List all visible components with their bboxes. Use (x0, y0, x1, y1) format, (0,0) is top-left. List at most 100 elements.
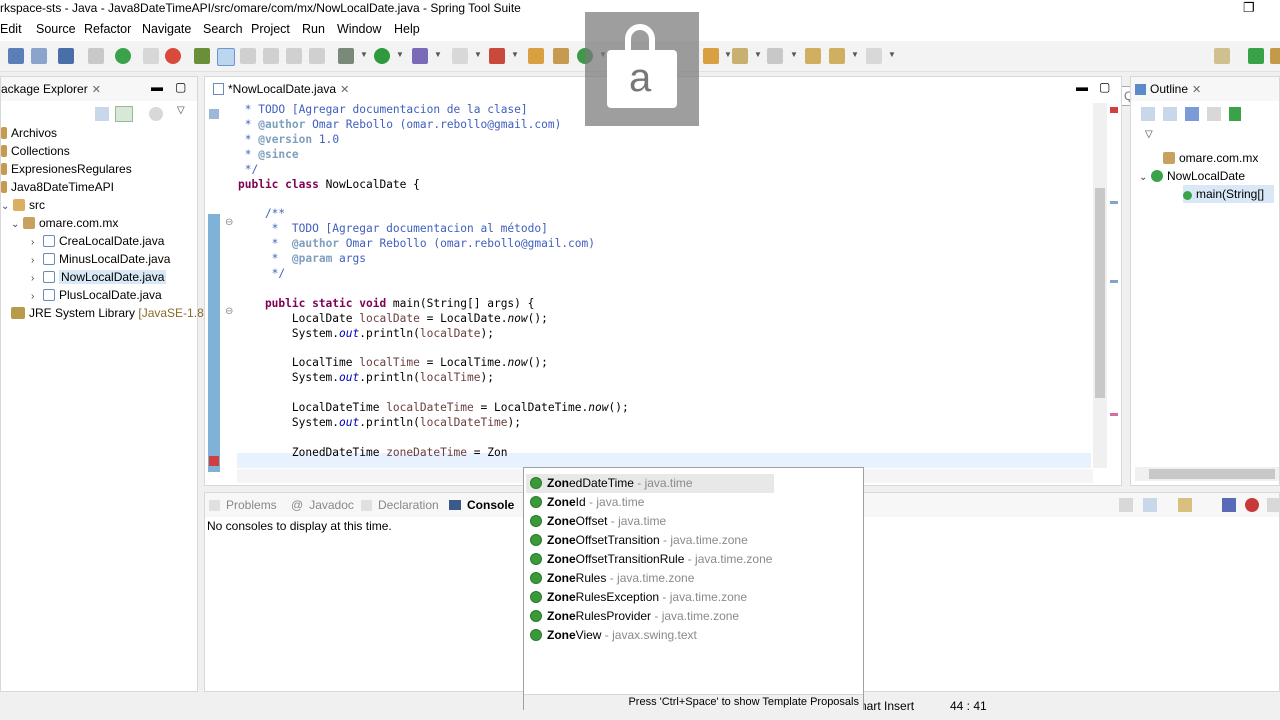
code-line[interactable]: LocalTime localTime = LocalTime.now(); (238, 355, 548, 370)
code-line[interactable]: */ (238, 266, 285, 281)
suggestion-item[interactable]: ZoneOffset - java.time (530, 512, 666, 531)
tab-console[interactable]: Console (449, 498, 514, 512)
tree-item-collections[interactable]: Collections (1, 142, 70, 160)
minimize-icon[interactable]: ▬ (151, 80, 163, 94)
new-java-project-icon[interactable] (528, 48, 544, 64)
coverage-icon[interactable] (412, 48, 428, 64)
last-edit-icon[interactable] (286, 48, 302, 64)
view-menu-icon[interactable]: ▽ (177, 105, 185, 116)
tab-declaration[interactable]: Declaration (361, 498, 439, 512)
suggestion-item[interactable]: ZonedDateTime - java.time (526, 474, 774, 493)
next-annotation-icon[interactable] (240, 48, 256, 64)
pin-editor-icon[interactable] (309, 48, 325, 64)
back-history-icon[interactable] (829, 48, 845, 64)
tree-item-pluslocaldate[interactable]: › PlusLocalDate.java (31, 286, 162, 304)
chevron-down-icon[interactable]: ⌄ (11, 216, 23, 234)
menu-edit[interactable]: Edit (0, 22, 22, 36)
menu-search[interactable]: Search (203, 22, 243, 36)
code-line[interactable]: LocalDateTime localDateTime = LocalDateT… (238, 400, 629, 415)
code-line[interactable]: * @author Omar Rebollo (omar.rebollo@gma… (238, 236, 595, 251)
run-dropdown-icon[interactable]: ▼ (396, 50, 404, 59)
menu-help[interactable]: Help (394, 22, 420, 36)
view-menu-icon[interactable]: ▽ (1145, 129, 1153, 140)
editor-vertical-scrollbar[interactable] (1093, 103, 1107, 468)
suggestion-item[interactable]: ZoneView - javax.swing.text (530, 626, 697, 645)
open-perspective-icon[interactable] (1214, 48, 1230, 64)
prev-annotation-icon[interactable] (263, 48, 279, 64)
menu-source[interactable]: Source (36, 22, 76, 36)
suggestion-item[interactable]: ZoneOffsetTransitionRule - java.time.zon… (530, 550, 772, 569)
code-line[interactable]: * @version 1.0 (238, 132, 339, 147)
forward-dropdown-icon[interactable]: ▼ (888, 50, 896, 59)
link-editor-icon[interactable] (115, 106, 133, 122)
highlight-icon[interactable] (217, 48, 235, 66)
back-icon[interactable] (805, 48, 821, 64)
coverage-dropdown-icon[interactable]: ▼ (434, 50, 442, 59)
minimize-icon[interactable] (1267, 498, 1280, 512)
scrollbar-thumb[interactable] (1095, 188, 1105, 398)
code-line[interactable]: * TODO [Agregar documentacion de la clas… (238, 102, 528, 117)
scrollbar-thumb[interactable] (1149, 469, 1275, 479)
code-line[interactable]: * @param args (238, 251, 366, 266)
new-server-icon[interactable] (143, 48, 159, 64)
code-line[interactable]: * @since (238, 147, 299, 162)
code-line[interactable]: System.out.println(localDate); (238, 326, 494, 341)
back-dropdown-icon[interactable]: ▼ (851, 50, 859, 59)
external-tools-icon[interactable] (489, 48, 505, 64)
code-line[interactable]: ZonedDateTime zoneDateTime = Zon (238, 445, 508, 460)
fold-icon[interactable]: ⊖ (225, 217, 233, 228)
new-package-icon[interactable] (553, 48, 569, 64)
spring-console-icon[interactable] (1245, 498, 1259, 512)
toggle-mark-icon[interactable] (194, 48, 210, 64)
code-line[interactable]: public class NowLocalDate { (238, 177, 420, 192)
code-line[interactable]: * TODO [Agregar documentacion al método] (238, 221, 548, 236)
code-line[interactable]: public static void main(String[] args) { (238, 296, 534, 311)
tree-item-java8datetimeapi[interactable]: Java8DateTimeAPI (1, 178, 114, 196)
close-icon[interactable]: ✕ (340, 84, 349, 96)
collapse-all-icon[interactable] (95, 107, 109, 121)
stop-dropdown-icon[interactable]: ▼ (474, 50, 482, 59)
suggestion-item[interactable]: ZoneId - java.time (530, 493, 644, 512)
outline-item-class[interactable]: ⌄ NowLocalDate (1139, 167, 1245, 185)
java-perspective-icon[interactable] (1270, 48, 1280, 64)
outline-horizontal-scrollbar[interactable] (1135, 467, 1279, 481)
code-line[interactable]: /** (238, 206, 285, 221)
suggestion-item[interactable]: ZoneRulesException - java.time.zone (530, 588, 747, 607)
menu-project[interactable]: Project (251, 22, 290, 36)
close-icon[interactable]: ✕ (1192, 84, 1201, 96)
pin-console-icon[interactable] (1119, 498, 1133, 512)
outline-toolbar[interactable] (1141, 107, 1251, 121)
chevron-down-icon[interactable]: ⌄ (1139, 169, 1151, 187)
code-line[interactable]: * @author Omar Rebollo (omar.rebollo@gma… (238, 117, 562, 132)
minimize-icon[interactable]: ▬ (1076, 80, 1088, 94)
close-icon[interactable]: ✕ (92, 84, 101, 96)
save-icon[interactable] (8, 48, 24, 64)
open-console-icon[interactable] (1178, 498, 1192, 512)
filters-icon[interactable] (149, 107, 163, 121)
outline-item-package[interactable]: omare.com.mx (1163, 149, 1258, 167)
tree-item-src[interactable]: ⌄ src (1, 196, 45, 214)
search-dropdown-icon[interactable]: ▼ (754, 50, 762, 59)
next-edit-icon[interactable] (767, 48, 783, 64)
tree-item-package[interactable]: ⌄ omare.com.mx (11, 214, 118, 232)
fold-icon[interactable]: ⊖ (225, 306, 233, 317)
display-console-icon[interactable] (1143, 498, 1157, 512)
stop-icon[interactable] (452, 48, 468, 64)
code-line[interactable]: System.out.println(localTime); (238, 370, 494, 385)
skip-breakpoints-icon[interactable] (88, 48, 104, 64)
tab-problems[interactable]: Problems (209, 498, 277, 512)
forward-icon[interactable] (866, 48, 882, 64)
spring-boot-icon[interactable] (115, 48, 131, 64)
next-edit-dropdown-icon[interactable]: ▼ (790, 50, 798, 59)
tree-item-minuslocaldate[interactable]: › MinusLocalDate.java (31, 250, 170, 268)
package-explorer-tab[interactable]: ackage Explorer ✕ (1, 82, 101, 96)
maximize-icon[interactable]: ▢ (175, 80, 186, 94)
open-type-dropdown-icon[interactable]: ▼ (724, 50, 732, 59)
code-line[interactable]: LocalDate localDate = LocalDate.now(); (238, 311, 548, 326)
debug-console-icon[interactable] (1222, 498, 1236, 512)
maximize-icon[interactable]: ▢ (1099, 80, 1110, 94)
launch-icon[interactable] (165, 48, 181, 64)
tree-item-jre[interactable]: JRE System Library [JavaSE-1.8] (11, 304, 207, 322)
external-tools-dropdown-icon[interactable]: ▼ (511, 50, 519, 59)
menu-navigate[interactable]: Navigate (142, 22, 191, 36)
